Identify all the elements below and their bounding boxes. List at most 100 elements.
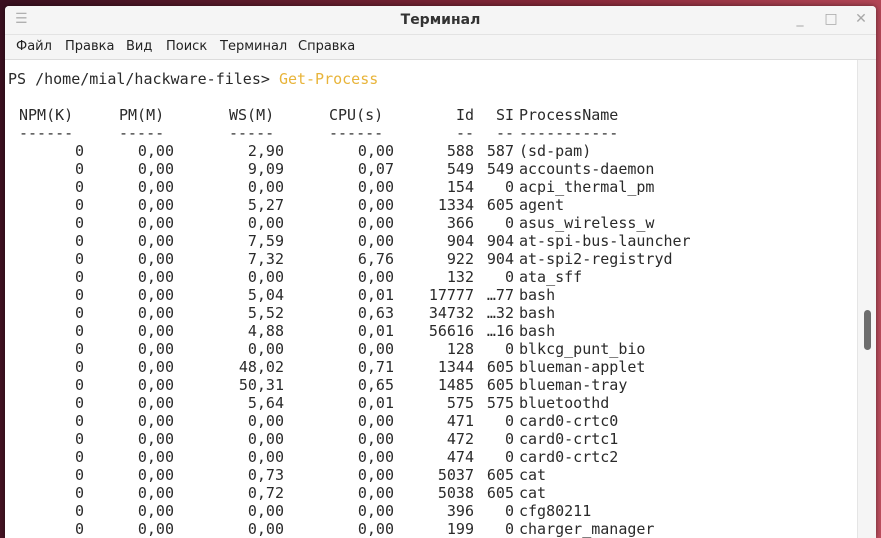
cell-si: 0	[504, 214, 514, 232]
header-npm: NPM(K)	[19, 106, 74, 124]
table-row: 0 0,00 0,00 0,00 154 0 acpi_thermal_pm	[5, 178, 857, 196]
cell-processname: acpi_thermal_pm	[519, 178, 655, 196]
cell-id: 128	[446, 340, 474, 358]
cell-processname: at-spi-bus-launcher	[519, 232, 691, 250]
table-row: 0 0,00 0,00 0,00 128 0 blkcg_punt_bio	[5, 340, 857, 358]
cell-id: 588	[446, 142, 474, 160]
cell-id: 154	[446, 178, 474, 196]
cell-ws: 5,27	[247, 196, 284, 214]
cell-id: 17777	[428, 286, 474, 304]
cell-pm: 0,00	[137, 502, 174, 520]
cell-npm: 0	[74, 466, 84, 484]
menu-terminal[interactable]: Терминал	[220, 39, 287, 54]
title-bar[interactable]: ☰ Терминал _ □ ✕	[5, 6, 876, 35]
cell-npm: 0	[74, 448, 84, 466]
cell-si: 549	[486, 160, 514, 178]
menu-edit[interactable]: Правка	[65, 39, 114, 54]
menu-view[interactable]: Вид	[126, 39, 152, 54]
cell-npm: 0	[74, 214, 84, 232]
table-row: 0 0,00 7,32 6,76 922 904 at-spi2-registryd	[5, 250, 857, 268]
cell-npm: 0	[74, 322, 84, 340]
cell-id: 471	[446, 412, 474, 430]
cell-ws: 0,00	[247, 520, 284, 538]
cell-pm: 0,00	[137, 358, 174, 376]
separator-pm: -----	[119, 124, 165, 142]
table-row: 0 0,00 0,00 0,00 474 0 card0-crtc2	[5, 448, 857, 466]
cell-npm: 0	[74, 520, 84, 538]
cell-ws: 5,64	[247, 394, 284, 412]
vertical-scrollbar[interactable]	[857, 60, 876, 538]
cell-ws: 50,31	[238, 376, 284, 394]
minimize-icon[interactable]: _	[792, 11, 808, 27]
cell-ws: 0,73	[247, 466, 284, 484]
cell-processname: card0-crtc2	[519, 448, 619, 466]
cell-ws: 0,00	[247, 448, 284, 466]
cell-cpu: 0,00	[357, 340, 394, 358]
cell-ws: 48,02	[238, 358, 284, 376]
cell-pm: 0,00	[137, 322, 174, 340]
cell-processname: blueman-tray	[519, 376, 628, 394]
cell-processname: bash	[519, 322, 556, 340]
menu-search[interactable]: Поиск	[166, 39, 207, 54]
cell-pm: 0,00	[137, 232, 174, 250]
cell-ws: 0,00	[247, 430, 284, 448]
cell-si: 0	[504, 520, 514, 538]
cell-ws: 7,32	[247, 250, 284, 268]
cell-cpu: 0,00	[357, 466, 394, 484]
table-row: 0 0,00 4,88 0,01 56616 …16 bash	[5, 322, 857, 340]
header-ws: WS(M)	[229, 106, 275, 124]
cell-npm: 0	[74, 412, 84, 430]
cell-id: 199	[446, 520, 474, 538]
close-icon[interactable]: ✕	[853, 11, 869, 27]
table-header: NPM(K) PM(M) WS(M) CPU(s) Id SI ProcessN…	[5, 106, 857, 124]
cell-processname: bash	[519, 286, 556, 304]
cell-si: 0	[504, 268, 514, 286]
cell-npm: 0	[74, 232, 84, 250]
table-row: 0 0,00 48,02 0,71 1344 605 blueman-applet	[5, 358, 857, 376]
cell-npm: 0	[74, 304, 84, 322]
cell-npm: 0	[74, 502, 84, 520]
cell-id: 549	[446, 160, 474, 178]
table-row: 0 0,00 0,00 0,00 199 0 charger_manager	[5, 520, 857, 538]
cell-si: 587	[486, 142, 514, 160]
table-row: 0 0,00 9,09 0,07 549 549 accounts-daemon	[5, 160, 857, 178]
table-row: 0 0,00 5,52 0,63 34732 …32 bash	[5, 304, 857, 322]
menu-bar: Файл Правка Вид Поиск Терминал Справка	[5, 35, 876, 60]
cell-npm: 0	[74, 340, 84, 358]
separator-ws: -----	[229, 124, 275, 142]
cell-si: 0	[504, 340, 514, 358]
cell-processname: blkcg_punt_bio	[519, 340, 646, 358]
cell-npm: 0	[74, 250, 84, 268]
cell-si: 904	[486, 232, 514, 250]
cell-ws: 0,00	[247, 340, 284, 358]
cell-npm: 0	[74, 376, 84, 394]
menu-help[interactable]: Справка	[298, 39, 355, 54]
menu-file[interactable]: Файл	[16, 39, 52, 54]
cell-processname: charger_manager	[519, 520, 655, 538]
cell-cpu: 0,00	[357, 502, 394, 520]
terminal-output[interactable]: PS /home/mial/hackware-files> Get-Proces…	[5, 60, 857, 538]
cell-si: 904	[486, 250, 514, 268]
cell-si: 605	[486, 196, 514, 214]
separator-id: --	[455, 124, 474, 142]
cell-pm: 0,00	[137, 160, 174, 178]
cell-pm: 0,00	[137, 394, 174, 412]
cell-cpu: 0,63	[357, 304, 394, 322]
cell-pm: 0,00	[137, 250, 174, 268]
cell-cpu: 0,00	[357, 412, 394, 430]
cell-processname: cat	[519, 484, 547, 502]
cell-si: …77	[486, 286, 514, 304]
cell-id: 474	[446, 448, 474, 466]
cell-id: 1485	[437, 376, 474, 394]
table-row: 0 0,00 2,90 0,00 588 587 (sd-pam)	[5, 142, 857, 160]
cell-pm: 0,00	[137, 178, 174, 196]
cell-si: 0	[504, 430, 514, 448]
separator-processname: -----------	[519, 124, 619, 142]
cell-id: 34732	[428, 304, 474, 322]
scrollbar-thumb[interactable]	[864, 310, 871, 350]
cell-id: 396	[446, 502, 474, 520]
header-cpu: CPU(s)	[329, 106, 384, 124]
cell-processname: card0-crtc1	[519, 430, 619, 448]
maximize-icon[interactable]: □	[823, 11, 839, 27]
cell-id: 575	[446, 394, 474, 412]
